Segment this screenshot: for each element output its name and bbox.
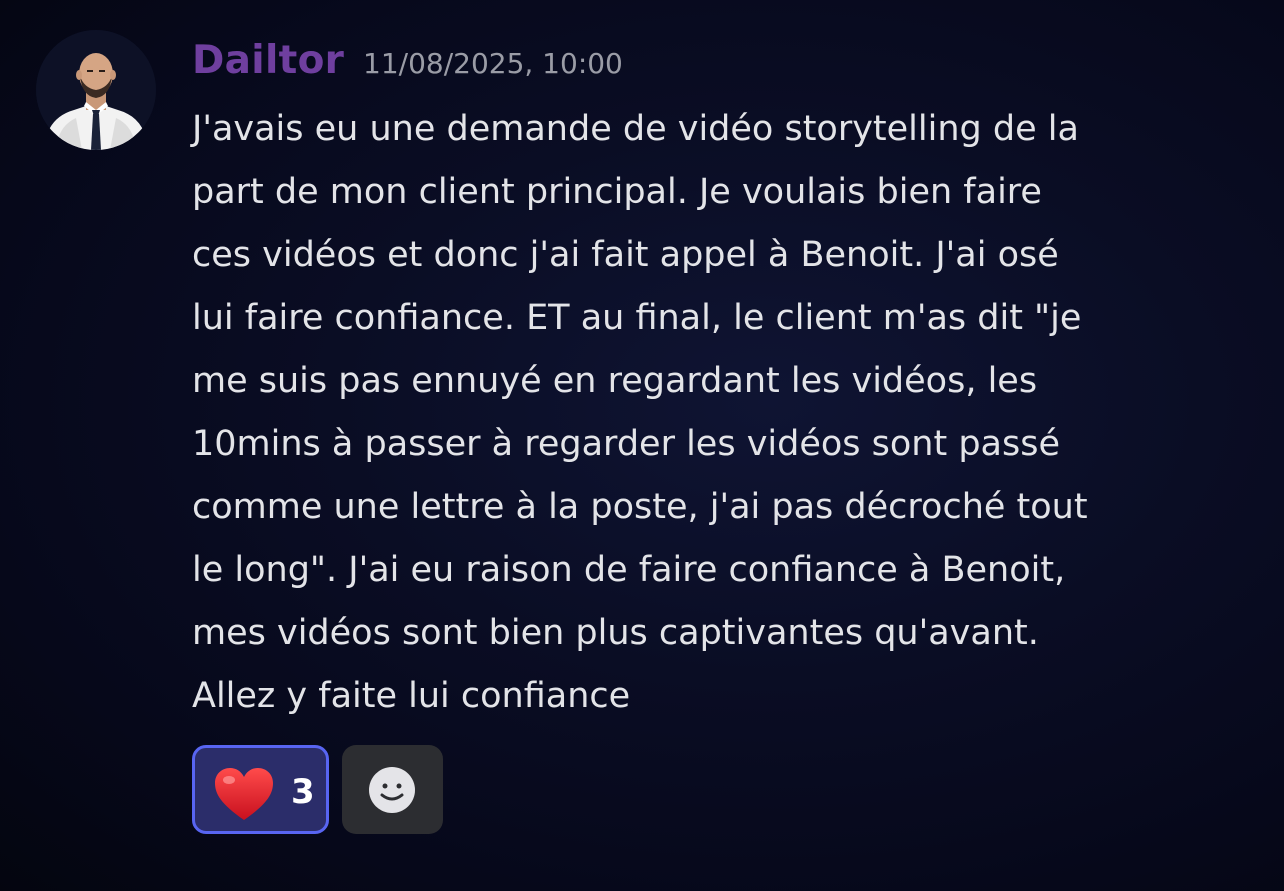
message-line: part de mon client principal. Je voulais… [192, 172, 1042, 212]
message-line: Allez y faite lui confiance [192, 676, 631, 716]
smiley-icon [369, 767, 415, 813]
message-timestamp: 11/08/2025, 10:00 [363, 47, 623, 80]
message-content: J'avais eu une demande de vidéo storytel… [192, 98, 1252, 728]
message-line: mes vidéos sont bien plus captivantes qu… [192, 613, 1039, 653]
chat-message: Dailtor 11/08/2025, 10:00 J'avais eu une… [0, 0, 1284, 891]
reaction-heart-button[interactable]: 3 [192, 745, 329, 834]
message-line: 10mins à passer à regarder les vidéos so… [192, 424, 1061, 464]
avatar-photo [36, 30, 156, 150]
author-name[interactable]: Dailtor [192, 38, 344, 83]
message-line: me suis pas ennuyé en regardant les vidé… [192, 361, 1038, 401]
message-line: lui faire confiance. ET au final, le cli… [192, 298, 1082, 338]
message-line: ces vidéos et donc j'ai fait appel à Ben… [192, 235, 1059, 275]
avatar[interactable] [36, 30, 156, 150]
message-line: comme une lettre à la poste, j'ai pas dé… [192, 487, 1088, 527]
heart-icon [215, 768, 273, 820]
message-line: le long". J'ai eu raison de faire confia… [192, 550, 1066, 590]
add-reaction-button[interactable] [342, 745, 443, 834]
message-line: J'avais eu une demande de vidéo storytel… [192, 109, 1079, 149]
reaction-count: 3 [291, 772, 315, 812]
